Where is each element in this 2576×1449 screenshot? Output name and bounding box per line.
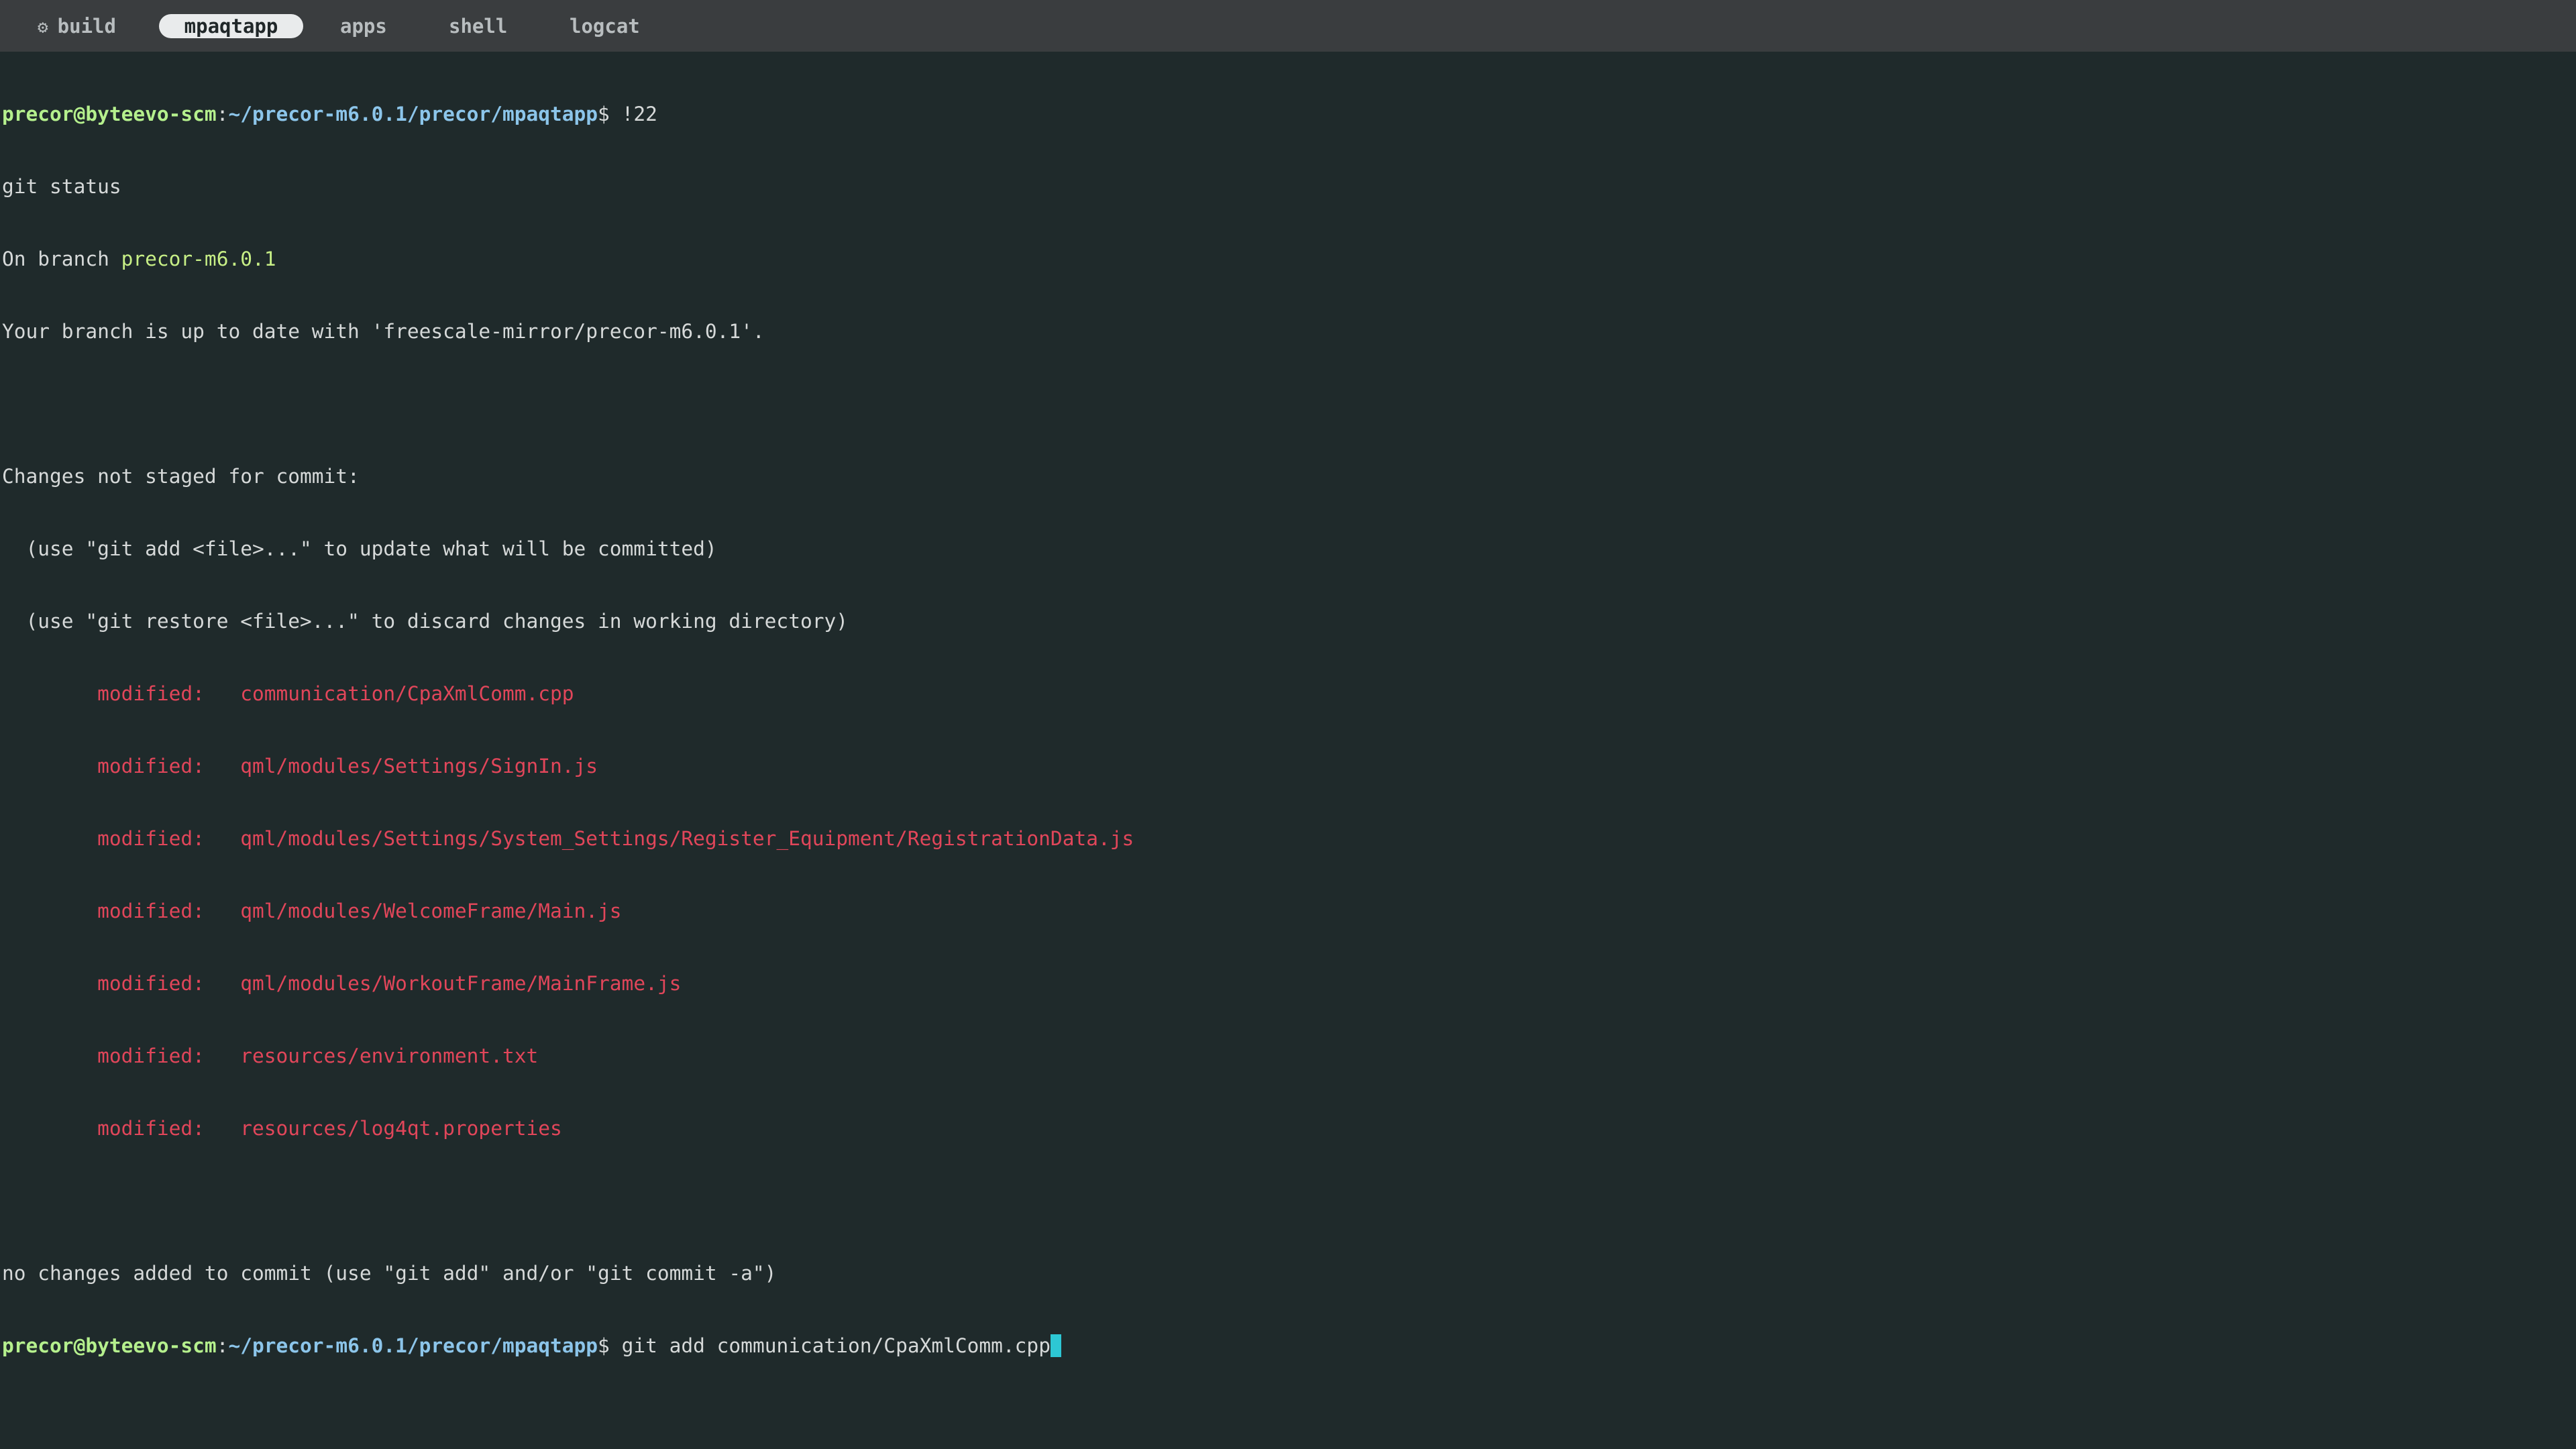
gear-icon: ⚙ (38, 17, 48, 38)
modified-file: qml/modules/Settings/SignIn.js (240, 755, 598, 777)
modified-label: modified: (2, 900, 241, 922)
tab-shell[interactable]: shell (449, 14, 507, 38)
terminal-line: Changes not staged for commit: (2, 465, 360, 488)
modified-label: modified: (2, 755, 241, 777)
modified-file-line: modified: qml/modules/WorkoutFrame/MainF… (2, 971, 2571, 996)
text-cursor (1050, 1334, 1061, 1357)
terminal-input-line[interactable]: precor@byteevo-scm:~/precor-m6.0.1/preco… (2, 1334, 2571, 1358)
tab-apps[interactable]: apps (340, 14, 387, 38)
modified-file: communication/CpaXmlComm.cpp (240, 682, 574, 705)
terminal-line: no changes added to commit (use "git add… (2, 1262, 777, 1285)
terminal-line: (use "git add <file>..." to update what … (2, 537, 717, 560)
command-text: !22 (621, 103, 657, 125)
terminal-output[interactable]: precor@byteevo-scm:~/precor-m6.0.1/preco… (2, 54, 2571, 1446)
tab-label: logcat (570, 15, 640, 38)
tab-label: build (57, 15, 116, 38)
modified-file-line: modified: communication/CpaXmlComm.cpp (2, 682, 2571, 706)
command-input[interactable]: git add communication/CpaXmlComm.cpp (622, 1334, 1051, 1357)
modified-label: modified: (2, 1117, 241, 1140)
tab-mpaqtapp[interactable]: mpaqtapp (159, 14, 303, 38)
prompt-user-host: precor@byteevo-scm (2, 103, 217, 125)
modified-file-line: modified: qml/modules/Settings/System_Se… (2, 826, 2571, 851)
terminal-line: git status (2, 175, 121, 198)
modified-file: resources/environment.txt (240, 1044, 539, 1067)
prompt-separator: : (216, 103, 229, 125)
modified-file: resources/log4qt.properties (240, 1117, 562, 1140)
prompt-separator: : (216, 1334, 229, 1357)
terminal-line: On branch precor-m6.0.1 (2, 247, 2571, 271)
prompt-path: ~/precor-m6.0.1/precor/mpaqtapp (228, 103, 598, 125)
modified-label: modified: (2, 1044, 241, 1067)
terminal-line: precor@byteevo-scm:~/precor-m6.0.1/preco… (2, 102, 2571, 126)
modified-file-line: modified: resources/environment.txt (2, 1044, 2571, 1068)
terminal-line: Your branch is up to date with 'freescal… (2, 320, 765, 343)
modified-label: modified: (2, 827, 241, 850)
tab-label: mpaqtapp (184, 15, 278, 38)
tab-bar: ⚙ build mpaqtapp apps shell logcat (0, 0, 2576, 52)
tab-label: apps (340, 15, 387, 38)
branch-prefix: On branch (2, 248, 121, 270)
prompt-dollar: $ (598, 1334, 622, 1357)
modified-file-line: modified: qml/modules/Settings/SignIn.js (2, 754, 2571, 778)
modified-label: modified: (2, 972, 241, 995)
terminal-line: (use "git restore <file>..." to discard … (2, 610, 848, 633)
tab-build[interactable]: ⚙ build (38, 14, 116, 38)
modified-file: qml/modules/WorkoutFrame/MainFrame.js (240, 972, 682, 995)
tab-label: shell (449, 15, 508, 38)
prompt-path: ~/precor-m6.0.1/precor/mpaqtapp (228, 1334, 598, 1357)
modified-file: qml/modules/WelcomeFrame/Main.js (240, 900, 622, 922)
modified-file-line: modified: resources/log4qt.properties (2, 1116, 2571, 1140)
modified-label: modified: (2, 682, 241, 705)
tab-logcat[interactable]: logcat (570, 14, 640, 38)
modified-file-line: modified: qml/modules/WelcomeFrame/Main.… (2, 899, 2571, 923)
prompt-user-host: precor@byteevo-scm (2, 1334, 217, 1357)
prompt-dollar: $ (598, 103, 622, 125)
modified-file: qml/modules/Settings/System_Settings/Reg… (240, 827, 1134, 850)
branch-name: precor-m6.0.1 (121, 248, 276, 270)
